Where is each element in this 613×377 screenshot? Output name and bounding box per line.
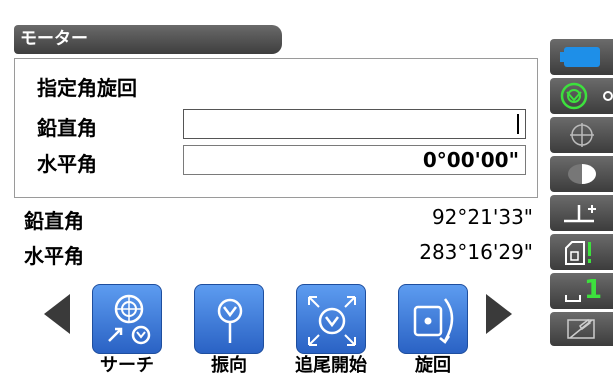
rotate-button[interactable] xyxy=(398,284,468,354)
tracking-start-icon xyxy=(308,296,356,346)
input-mode-button[interactable]: 1 xyxy=(550,273,613,309)
point-direction-button[interactable] xyxy=(194,284,264,354)
tracking-start-button[interactable] xyxy=(296,284,366,354)
memory-icon xyxy=(565,241,591,265)
panel-heading: 指定角旋回 xyxy=(37,76,137,100)
horizontal-angle-input[interactable]: 0°00'00" xyxy=(183,145,526,175)
horizontal-angle-label: 水平角 xyxy=(37,152,97,176)
input-mode-digit: 1 xyxy=(584,275,603,305)
page-right-arrow[interactable] xyxy=(486,294,512,334)
measured-horizontal-label: 水平角 xyxy=(24,244,84,268)
laser-pointer-button[interactable] xyxy=(550,117,613,153)
battery-icon xyxy=(560,47,600,67)
measured-vertical-label: 鉛直角 xyxy=(24,209,84,233)
measured-vertical-value: 92°21'33" xyxy=(431,205,533,229)
memory-button[interactable] xyxy=(550,234,613,270)
rotate-label: 旋回 xyxy=(415,355,451,376)
measured-horizontal-value: 283°16'29" xyxy=(419,240,533,264)
target-type-button[interactable] xyxy=(550,78,613,114)
search-label: サーチ xyxy=(100,355,154,376)
edit-button[interactable] xyxy=(550,312,613,346)
page-left-arrow[interactable] xyxy=(44,294,70,334)
vertical-angle-input[interactable] xyxy=(183,109,526,139)
point-direction-icon xyxy=(217,298,243,343)
illumination-button[interactable] xyxy=(550,156,613,192)
tracking-start-label: 追尾開始 xyxy=(295,355,367,376)
prism-target-icon xyxy=(560,82,613,110)
point-direction-label: 振向 xyxy=(211,355,247,376)
search-target-icon xyxy=(108,294,151,345)
edit-icon xyxy=(567,318,595,339)
search-button[interactable] xyxy=(92,284,162,354)
rotation-input-panel: 指定角旋回 鉛直角 水平角 0°00'00" xyxy=(14,58,538,198)
input-mode-icon xyxy=(565,295,581,302)
crosshair-icon xyxy=(570,123,594,147)
rotate-icon xyxy=(413,298,454,344)
tilt-correction-icon xyxy=(564,205,596,223)
tilt-correction-button[interactable] xyxy=(550,195,613,231)
half-circle-icon xyxy=(568,164,596,184)
vertical-angle-label: 鉛直角 xyxy=(37,116,97,140)
text-cursor xyxy=(517,114,519,134)
window-title: モーター xyxy=(14,25,282,54)
battery-status xyxy=(550,39,613,75)
